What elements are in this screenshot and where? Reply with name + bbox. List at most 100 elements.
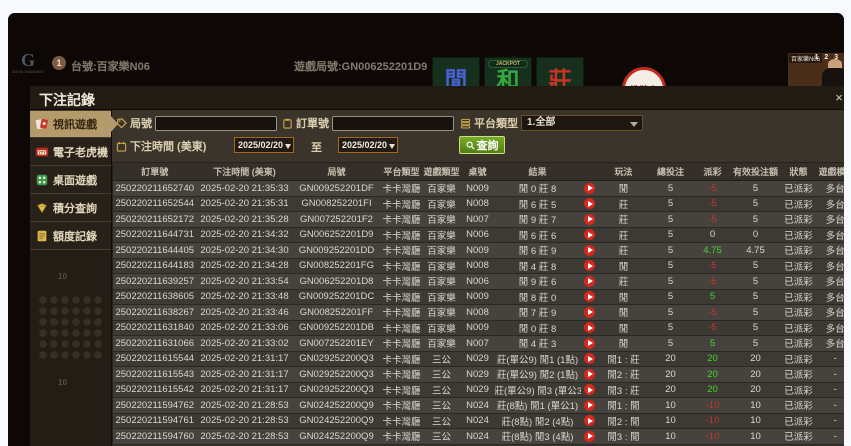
- dimmed-game-background: 10 10: [30, 250, 111, 446]
- filter-bar: 局號 訂單號: [112, 110, 844, 160]
- cell-platform: 卡卡灣廳: [381, 336, 423, 352]
- cell-game-type: 三公: [423, 398, 461, 414]
- cell-order-no: 250220211644183: [113, 258, 197, 274]
- cell-game-type: 三公: [423, 351, 461, 367]
- cell-game-type: 百家樂: [423, 243, 461, 259]
- replay-icon[interactable]: [584, 183, 595, 194]
- cell-status: 已派彩: [779, 289, 819, 305]
- replay-icon[interactable]: [584, 260, 595, 271]
- replay-icon[interactable]: [584, 369, 595, 380]
- roadmap-ghost: [38, 295, 104, 361]
- cell-round-no: GN024252200Q9: [293, 398, 381, 414]
- close-icon[interactable]: ×: [831, 90, 844, 106]
- replay-icon[interactable]: [584, 415, 595, 426]
- table-row[interactable]: 250220211631066 2025-02-20 21:33:02 GN00…: [113, 336, 845, 352]
- cell-table-no: N009: [461, 320, 495, 336]
- cell-platform: 卡卡灣廳: [381, 274, 423, 290]
- col-order-no: 訂單號: [113, 163, 197, 181]
- replay-icon[interactable]: [584, 431, 595, 442]
- cell-replay: [581, 274, 599, 290]
- replay-icon[interactable]: [584, 322, 595, 333]
- replay-icon[interactable]: [584, 400, 595, 411]
- bet-time-label: 下注時間 (美東): [130, 138, 206, 154]
- cell-total-bet: 5: [649, 181, 693, 197]
- cell-bet-time: 2025-02-20 21:28:53: [197, 413, 293, 429]
- cell-round-no: GN008252201FI: [293, 196, 381, 212]
- replay-icon[interactable]: [584, 229, 595, 240]
- table-row[interactable]: 250220211615542 2025-02-20 21:31:17 GN02…: [113, 382, 845, 398]
- platform-type-select[interactable]: 1.全部: [521, 115, 643, 131]
- replay-icon[interactable]: [584, 245, 595, 256]
- cell-valid-bet: 5: [733, 289, 779, 305]
- casino-game-window: G ASIA GAMING 1 台號:百家樂N06 遊戲局號:GN0062522…: [8, 13, 844, 446]
- table-row[interactable]: 250220211594761 2025-02-20 21:28:53 GN02…: [113, 413, 845, 429]
- date-to-select[interactable]: 2025/02/20: [338, 137, 398, 153]
- cell-status: 已派彩: [779, 320, 819, 336]
- cell-play-type: 閒1 : 莊: [599, 351, 649, 367]
- search-button[interactable]: 查詢: [459, 136, 505, 154]
- table-row[interactable]: 250220211652740 2025-02-20 21:35:33 GN00…: [113, 181, 845, 197]
- records-content: 局號 訂單號: [112, 110, 844, 446]
- replay-icon[interactable]: [584, 307, 595, 318]
- cell-replay: [581, 320, 599, 336]
- replay-icon[interactable]: [584, 214, 595, 225]
- search-icon: [466, 141, 475, 150]
- cell-payout: -10: [693, 398, 733, 414]
- cell-result: 閒 4 莊 3: [495, 336, 581, 352]
- sidebar-item-table-games[interactable]: 桌面遊戲: [30, 166, 111, 194]
- cell-bet-time: 2025-02-20 21:35:33: [197, 181, 293, 197]
- sidebar-item-points-inquiry[interactable]: 積分查詢: [30, 194, 111, 222]
- table-row[interactable]: 250220211638605 2025-02-20 21:33:48 GN00…: [113, 289, 845, 305]
- cell-platform: 卡卡灣廳: [381, 413, 423, 429]
- cell-payout: 20: [693, 351, 733, 367]
- cell-game-type: 三公: [423, 413, 461, 429]
- replay-icon[interactable]: [584, 384, 595, 395]
- cell-play-type: 閒: [599, 305, 649, 321]
- bet-records-table: 訂單號 下注時間 (美東) 局號 平台類型 遊戲類型 桌號 結果 玩法 總投注: [112, 162, 844, 445]
- cell-order-no: 250220211615542: [113, 382, 197, 398]
- cell-game-mode: 多台: [819, 196, 845, 212]
- table-row[interactable]: 250220211639257 2025-02-20 21:33:54 GN00…: [113, 274, 845, 290]
- sidebar-item-label: 電子老虎機: [53, 144, 108, 160]
- table-row[interactable]: 250220211615544 2025-02-20 21:31:17 GN02…: [113, 351, 845, 367]
- table-row[interactable]: 250220211644183 2025-02-20 21:34:28 GN00…: [113, 258, 845, 274]
- cell-status: 已派彩: [779, 196, 819, 212]
- table-row[interactable]: 250220211644731 2025-02-20 21:34:32 GN00…: [113, 227, 845, 243]
- date-from-select[interactable]: 2025/02/20: [234, 137, 294, 153]
- cell-table-no: N008: [461, 258, 495, 274]
- table-row[interactable]: 250220211615543 2025-02-20 21:31:17 GN02…: [113, 367, 845, 383]
- cell-replay: [581, 336, 599, 352]
- round-no-input[interactable]: [155, 116, 277, 131]
- cell-valid-bet: 5: [733, 320, 779, 336]
- replay-icon[interactable]: [584, 353, 595, 364]
- table-row[interactable]: 250220211644405 2025-02-20 21:34:30 GN00…: [113, 243, 845, 259]
- cell-valid-bet: 20: [733, 382, 779, 398]
- sidebar-item-slots[interactable]: 777 電子老虎機: [30, 138, 111, 166]
- replay-icon[interactable]: [584, 198, 595, 209]
- order-no-input[interactable]: [332, 116, 454, 131]
- cell-round-no: GN006252201D9: [293, 227, 381, 243]
- sidebar-item-label: 額度記錄: [53, 228, 97, 244]
- table-row[interactable]: 250220211594760 2025-02-20 21:28:53 GN02…: [113, 429, 845, 445]
- cell-status: 已派彩: [779, 429, 819, 445]
- table-row[interactable]: 250220211652172 2025-02-20 21:35:28 GN00…: [113, 212, 845, 228]
- sidebar-item-video-games[interactable]: 視訊遊戲: [30, 110, 111, 138]
- replay-icon[interactable]: [584, 276, 595, 287]
- replay-icon[interactable]: [584, 291, 595, 302]
- order-no-label: 訂單號: [296, 115, 329, 131]
- col-game-mode: 遊戲模式: [819, 163, 845, 181]
- cell-status: 已派彩: [779, 258, 819, 274]
- sidebar-item-quota-records[interactable]: 額度記錄: [30, 222, 111, 250]
- table-row[interactable]: 250220211638267 2025-02-20 21:33:46 GN00…: [113, 305, 845, 321]
- replay-icon[interactable]: [584, 338, 595, 349]
- cell-total-bet: 20: [649, 351, 693, 367]
- cell-game-type: 百家樂: [423, 336, 461, 352]
- cell-valid-bet: 4.75: [733, 243, 779, 259]
- table-row[interactable]: 250220211652544 2025-02-20 21:35:31 GN00…: [113, 196, 845, 212]
- cell-replay: [581, 429, 599, 445]
- table-row[interactable]: 250220211594762 2025-02-20 21:28:53 GN02…: [113, 398, 845, 414]
- table-row[interactable]: 250220211631840 2025-02-20 21:33:06 GN00…: [113, 320, 845, 336]
- cell-play-type: 莊: [599, 274, 649, 290]
- cell-valid-bet: 5: [733, 336, 779, 352]
- cell-bet-time: 2025-02-20 21:34:32: [197, 227, 293, 243]
